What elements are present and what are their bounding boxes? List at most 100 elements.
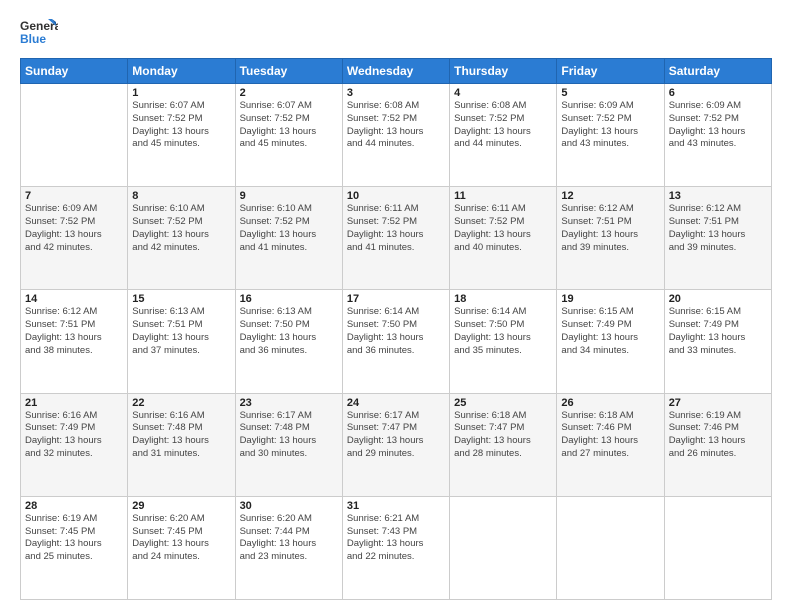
day-info: Sunrise: 6:17 AMSunset: 7:48 PMDaylight:… [240, 410, 338, 461]
day-number: 15 [132, 293, 230, 305]
day-info: Sunrise: 6:07 AMSunset: 7:52 PMDaylight:… [132, 100, 230, 151]
day-info: Sunrise: 6:10 AMSunset: 7:52 PMDaylight:… [132, 203, 230, 254]
day-number: 13 [669, 190, 767, 202]
calendar-day-6: 6Sunrise: 6:09 AMSunset: 7:52 PMDaylight… [664, 84, 771, 187]
day-number: 30 [240, 500, 338, 512]
calendar-day-1: 1Sunrise: 6:07 AMSunset: 7:52 PMDaylight… [128, 84, 235, 187]
calendar-day-10: 10Sunrise: 6:11 AMSunset: 7:52 PMDayligh… [342, 187, 449, 290]
day-number: 20 [669, 293, 767, 305]
day-info: Sunrise: 6:13 AMSunset: 7:50 PMDaylight:… [240, 306, 338, 357]
day-info: Sunrise: 6:13 AMSunset: 7:51 PMDaylight:… [132, 306, 230, 357]
calendar-week-row: 28Sunrise: 6:19 AMSunset: 7:45 PMDayligh… [21, 496, 772, 599]
day-info: Sunrise: 6:15 AMSunset: 7:49 PMDaylight:… [561, 306, 659, 357]
day-info: Sunrise: 6:19 AMSunset: 7:46 PMDaylight:… [669, 410, 767, 461]
calendar-empty-cell [664, 496, 771, 599]
weekday-header-tuesday: Tuesday [235, 59, 342, 84]
calendar-day-24: 24Sunrise: 6:17 AMSunset: 7:47 PMDayligh… [342, 393, 449, 496]
day-info: Sunrise: 6:12 AMSunset: 7:51 PMDaylight:… [561, 203, 659, 254]
day-number: 8 [132, 190, 230, 202]
calendar-day-22: 22Sunrise: 6:16 AMSunset: 7:48 PMDayligh… [128, 393, 235, 496]
calendar-day-26: 26Sunrise: 6:18 AMSunset: 7:46 PMDayligh… [557, 393, 664, 496]
calendar-day-15: 15Sunrise: 6:13 AMSunset: 7:51 PMDayligh… [128, 290, 235, 393]
day-number: 25 [454, 397, 552, 409]
day-number: 1 [132, 87, 230, 99]
calendar-day-2: 2Sunrise: 6:07 AMSunset: 7:52 PMDaylight… [235, 84, 342, 187]
calendar-day-3: 3Sunrise: 6:08 AMSunset: 7:52 PMDaylight… [342, 84, 449, 187]
day-number: 18 [454, 293, 552, 305]
header: General Blue [20, 16, 772, 48]
day-info: Sunrise: 6:21 AMSunset: 7:43 PMDaylight:… [347, 513, 445, 564]
calendar-day-13: 13Sunrise: 6:12 AMSunset: 7:51 PMDayligh… [664, 187, 771, 290]
calendar-day-12: 12Sunrise: 6:12 AMSunset: 7:51 PMDayligh… [557, 187, 664, 290]
day-number: 23 [240, 397, 338, 409]
day-number: 7 [25, 190, 123, 202]
calendar-header-row: SundayMondayTuesdayWednesdayThursdayFrid… [21, 59, 772, 84]
page: General Blue SundayMondayTuesdayWednesda… [0, 0, 792, 612]
calendar-empty-cell [450, 496, 557, 599]
calendar-week-row: 21Sunrise: 6:16 AMSunset: 7:49 PMDayligh… [21, 393, 772, 496]
day-info: Sunrise: 6:09 AMSunset: 7:52 PMDaylight:… [25, 203, 123, 254]
day-info: Sunrise: 6:18 AMSunset: 7:47 PMDaylight:… [454, 410, 552, 461]
calendar-day-18: 18Sunrise: 6:14 AMSunset: 7:50 PMDayligh… [450, 290, 557, 393]
calendar-week-row: 14Sunrise: 6:12 AMSunset: 7:51 PMDayligh… [21, 290, 772, 393]
day-number: 14 [25, 293, 123, 305]
day-info: Sunrise: 6:09 AMSunset: 7:52 PMDaylight:… [561, 100, 659, 151]
day-info: Sunrise: 6:08 AMSunset: 7:52 PMDaylight:… [347, 100, 445, 151]
day-number: 16 [240, 293, 338, 305]
day-number: 17 [347, 293, 445, 305]
day-number: 22 [132, 397, 230, 409]
calendar-day-28: 28Sunrise: 6:19 AMSunset: 7:45 PMDayligh… [21, 496, 128, 599]
day-number: 2 [240, 87, 338, 99]
calendar-empty-cell [557, 496, 664, 599]
day-info: Sunrise: 6:20 AMSunset: 7:44 PMDaylight:… [240, 513, 338, 564]
day-number: 9 [240, 190, 338, 202]
weekday-header-wednesday: Wednesday [342, 59, 449, 84]
day-number: 19 [561, 293, 659, 305]
day-number: 10 [347, 190, 445, 202]
calendar-day-25: 25Sunrise: 6:18 AMSunset: 7:47 PMDayligh… [450, 393, 557, 496]
weekday-header-sunday: Sunday [21, 59, 128, 84]
day-info: Sunrise: 6:17 AMSunset: 7:47 PMDaylight:… [347, 410, 445, 461]
weekday-header-saturday: Saturday [664, 59, 771, 84]
day-info: Sunrise: 6:16 AMSunset: 7:48 PMDaylight:… [132, 410, 230, 461]
day-info: Sunrise: 6:20 AMSunset: 7:45 PMDaylight:… [132, 513, 230, 564]
day-info: Sunrise: 6:11 AMSunset: 7:52 PMDaylight:… [454, 203, 552, 254]
calendar-day-31: 31Sunrise: 6:21 AMSunset: 7:43 PMDayligh… [342, 496, 449, 599]
day-number: 27 [669, 397, 767, 409]
calendar-day-9: 9Sunrise: 6:10 AMSunset: 7:52 PMDaylight… [235, 187, 342, 290]
day-info: Sunrise: 6:10 AMSunset: 7:52 PMDaylight:… [240, 203, 338, 254]
calendar-day-17: 17Sunrise: 6:14 AMSunset: 7:50 PMDayligh… [342, 290, 449, 393]
calendar-week-row: 1Sunrise: 6:07 AMSunset: 7:52 PMDaylight… [21, 84, 772, 187]
calendar-day-19: 19Sunrise: 6:15 AMSunset: 7:49 PMDayligh… [557, 290, 664, 393]
day-number: 24 [347, 397, 445, 409]
day-number: 6 [669, 87, 767, 99]
day-number: 3 [347, 87, 445, 99]
calendar-day-5: 5Sunrise: 6:09 AMSunset: 7:52 PMDaylight… [557, 84, 664, 187]
calendar-day-16: 16Sunrise: 6:13 AMSunset: 7:50 PMDayligh… [235, 290, 342, 393]
calendar-day-21: 21Sunrise: 6:16 AMSunset: 7:49 PMDayligh… [21, 393, 128, 496]
day-info: Sunrise: 6:11 AMSunset: 7:52 PMDaylight:… [347, 203, 445, 254]
calendar-day-29: 29Sunrise: 6:20 AMSunset: 7:45 PMDayligh… [128, 496, 235, 599]
day-number: 21 [25, 397, 123, 409]
day-number: 26 [561, 397, 659, 409]
calendar-empty-cell [21, 84, 128, 187]
svg-text:Blue: Blue [20, 32, 46, 46]
calendar-day-20: 20Sunrise: 6:15 AMSunset: 7:49 PMDayligh… [664, 290, 771, 393]
calendar-day-30: 30Sunrise: 6:20 AMSunset: 7:44 PMDayligh… [235, 496, 342, 599]
calendar-day-11: 11Sunrise: 6:11 AMSunset: 7:52 PMDayligh… [450, 187, 557, 290]
day-info: Sunrise: 6:18 AMSunset: 7:46 PMDaylight:… [561, 410, 659, 461]
weekday-header-friday: Friday [557, 59, 664, 84]
day-info: Sunrise: 6:12 AMSunset: 7:51 PMDaylight:… [669, 203, 767, 254]
calendar-table: SundayMondayTuesdayWednesdayThursdayFrid… [20, 58, 772, 600]
day-number: 28 [25, 500, 123, 512]
day-info: Sunrise: 6:14 AMSunset: 7:50 PMDaylight:… [454, 306, 552, 357]
day-info: Sunrise: 6:14 AMSunset: 7:50 PMDaylight:… [347, 306, 445, 357]
day-info: Sunrise: 6:15 AMSunset: 7:49 PMDaylight:… [669, 306, 767, 357]
calendar-day-27: 27Sunrise: 6:19 AMSunset: 7:46 PMDayligh… [664, 393, 771, 496]
day-info: Sunrise: 6:19 AMSunset: 7:45 PMDaylight:… [25, 513, 123, 564]
calendar-day-8: 8Sunrise: 6:10 AMSunset: 7:52 PMDaylight… [128, 187, 235, 290]
day-info: Sunrise: 6:12 AMSunset: 7:51 PMDaylight:… [25, 306, 123, 357]
day-number: 5 [561, 87, 659, 99]
day-number: 31 [347, 500, 445, 512]
day-info: Sunrise: 6:09 AMSunset: 7:52 PMDaylight:… [669, 100, 767, 151]
